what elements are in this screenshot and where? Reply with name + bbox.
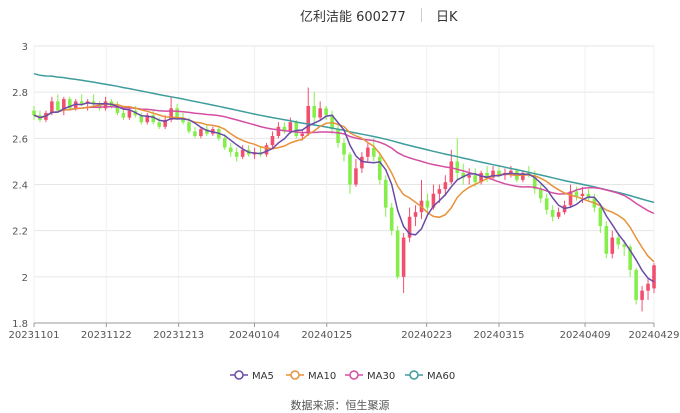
candle-body <box>240 149 245 157</box>
candles <box>32 87 656 312</box>
ma5-line <box>33 102 655 283</box>
x-axis: 20231101 20231122 20231213 20240104 20240125… <box>9 322 680 341</box>
candle-body <box>121 112 126 118</box>
candle-body <box>401 237 406 277</box>
candle-body <box>32 110 36 116</box>
candle-body <box>538 189 543 199</box>
candle-body <box>79 101 84 104</box>
ma10-line <box>33 103 655 263</box>
x-tick-label: 20231213 <box>153 330 204 341</box>
data-source: 数据来源：恒生聚源 <box>290 399 390 412</box>
candle-body <box>616 237 621 245</box>
y-tick-label: 2.6 <box>12 134 28 145</box>
candle-body <box>413 212 418 217</box>
candle-body <box>276 126 281 137</box>
candle-body <box>157 122 161 127</box>
candle-body <box>473 175 477 183</box>
candle-body <box>550 209 555 217</box>
candle-body <box>324 108 328 116</box>
candle-body <box>56 101 60 111</box>
x-tick-label: 20240429 <box>629 330 680 341</box>
candle-body <box>544 198 549 210</box>
candle-body <box>175 108 179 118</box>
candle-body <box>646 283 650 291</box>
x-tick-label: 20240104 <box>229 330 280 341</box>
candle-body <box>377 156 382 180</box>
y-tick-label: 2.8 <box>12 88 28 99</box>
y-tick-label: 2 <box>22 273 28 284</box>
candle-body <box>389 207 394 231</box>
candle-body <box>395 230 400 277</box>
candle-body <box>234 152 239 157</box>
candle-body <box>193 131 197 137</box>
candle-body <box>449 161 454 183</box>
candle-body <box>300 133 305 137</box>
candle-body <box>354 168 358 185</box>
candle-body <box>312 106 316 118</box>
candle-body <box>306 106 311 134</box>
candle-body <box>366 147 370 157</box>
candle-body <box>634 269 638 300</box>
x-tick-label: 20240125 <box>301 330 352 341</box>
candle-body <box>187 122 191 132</box>
x-tick-label: 20231122 <box>81 330 132 341</box>
candle-body <box>509 170 513 173</box>
candle-body <box>336 129 340 143</box>
x-tick-label: 20231101 <box>9 330 60 341</box>
legend-marker <box>349 370 359 380</box>
candle-body <box>342 142 346 155</box>
legend-label: MA30 <box>367 371 395 382</box>
y-tick-label: 2.4 <box>12 181 28 192</box>
chart-root: 亿利洁能 600277 日K 3 2.8 2.6 2.4 2.2 2 1.8 2023110… <box>0 0 680 413</box>
candle-body <box>622 244 626 247</box>
candle-body <box>580 193 585 197</box>
candle-body <box>294 122 299 137</box>
candle-body <box>610 237 615 254</box>
y-tick-label: 1.8 <box>12 319 28 330</box>
legend: MA5 MA10 MA30 MA60 <box>230 370 455 382</box>
candle-body <box>318 108 322 118</box>
legend-label: MA60 <box>427 371 455 382</box>
candle-body <box>228 147 233 153</box>
legend-marker <box>234 370 244 380</box>
candle-body <box>270 136 275 146</box>
legend-marker <box>290 370 300 380</box>
x-tick-label: 20240409 <box>560 330 611 341</box>
candle-body <box>467 175 471 178</box>
legend-label: MA5 <box>252 371 274 382</box>
candle-body <box>127 110 132 118</box>
y-tick-label: 2.2 <box>12 227 28 238</box>
candle-body <box>222 138 227 148</box>
candle-body <box>288 122 293 132</box>
y-tick-label: 3 <box>22 42 28 53</box>
candle-body <box>574 191 579 197</box>
candle-body <box>50 101 54 113</box>
candle-body <box>652 265 656 289</box>
candle-body <box>455 161 460 173</box>
candle-body <box>598 207 603 227</box>
y-axis: 3 2.8 2.6 2.4 2.2 2 1.8 <box>12 42 28 330</box>
candlestick-chart: 3 2.8 2.6 2.4 2.2 2 1.8 20231101 20231122 202312… <box>9 42 680 382</box>
candle-body <box>425 200 430 208</box>
candle-body <box>264 145 269 155</box>
x-tick-label: 20240315 <box>474 330 525 341</box>
candle-body <box>640 290 644 300</box>
candle-body <box>199 129 203 137</box>
legend-marker <box>409 370 419 380</box>
candle-body <box>383 179 388 208</box>
candle-body <box>437 189 442 194</box>
candle-body <box>360 156 364 169</box>
legend-label: MA10 <box>308 371 336 382</box>
candle-body <box>348 154 352 185</box>
candle-body <box>604 226 609 254</box>
candle-body <box>556 212 561 217</box>
x-tick-label: 20240223 <box>401 330 452 341</box>
moving-average-lines <box>33 72 655 283</box>
candle-body <box>443 182 448 190</box>
